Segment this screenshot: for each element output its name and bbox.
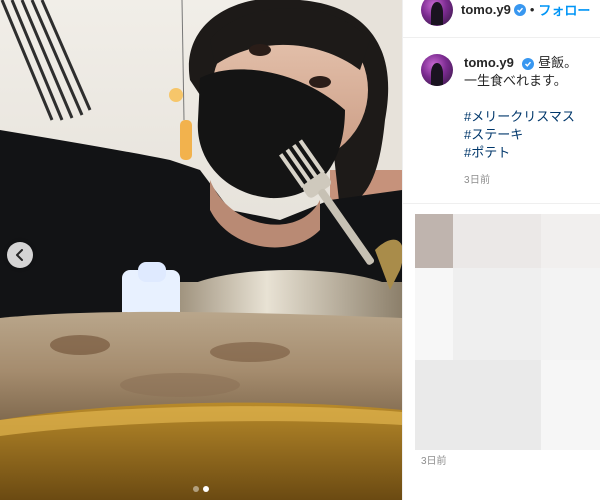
verified-badge-icon xyxy=(513,3,526,16)
blur-block xyxy=(541,360,600,450)
blur-block xyxy=(453,214,541,268)
hashtag-link[interactable]: #ポテト xyxy=(464,144,577,162)
carousel-dot-1 xyxy=(193,486,199,492)
blurred-comments xyxy=(415,214,600,450)
author-username[interactable]: tomo.y9 xyxy=(461,2,511,17)
caption-text-line2: 一生食べれます。 xyxy=(464,73,567,88)
post-sidebar: tomo.y9 • フォロー tomo.y9 昼飯。 一生食べれます。 #メリー… xyxy=(402,0,600,500)
caption-username[interactable]: tomo.y9 xyxy=(464,55,514,70)
author-avatar[interactable] xyxy=(421,0,453,26)
blur-block xyxy=(415,360,541,450)
blur-block xyxy=(415,268,453,360)
photo-image xyxy=(0,0,402,500)
comment-timestamp: 3日前 xyxy=(421,456,447,467)
post-timestamp[interactable]: 3日前 xyxy=(464,172,577,190)
post-photo[interactable] xyxy=(0,0,402,500)
blur-block xyxy=(541,214,600,268)
follow-button[interactable]: フォロー xyxy=(538,0,590,19)
carousel-dot-2 xyxy=(203,486,209,492)
hashtag-list: #メリークリスマス #ステーキ #ポテト xyxy=(464,108,577,162)
chevron-left-icon xyxy=(16,249,23,261)
caption-avatar[interactable] xyxy=(421,54,453,86)
post-header: tomo.y9 • フォロー xyxy=(403,0,600,38)
header-separator: • xyxy=(529,2,535,17)
post-caption: tomo.y9 昼飯。 一生食べれます。 #メリークリスマス #ステーキ #ポテ… xyxy=(421,54,600,190)
blur-block xyxy=(453,268,541,360)
blur-block xyxy=(415,214,453,268)
carousel-indicator xyxy=(193,486,209,492)
blur-block xyxy=(541,268,600,360)
carousel-prev-button[interactable] xyxy=(7,242,33,268)
hashtag-link[interactable]: #メリークリスマス xyxy=(464,108,577,126)
verified-badge-icon xyxy=(522,58,535,70)
divider xyxy=(403,203,600,204)
caption-text-line1: 昼飯。 xyxy=(538,55,578,70)
hashtag-link[interactable]: #ステーキ xyxy=(464,126,577,144)
